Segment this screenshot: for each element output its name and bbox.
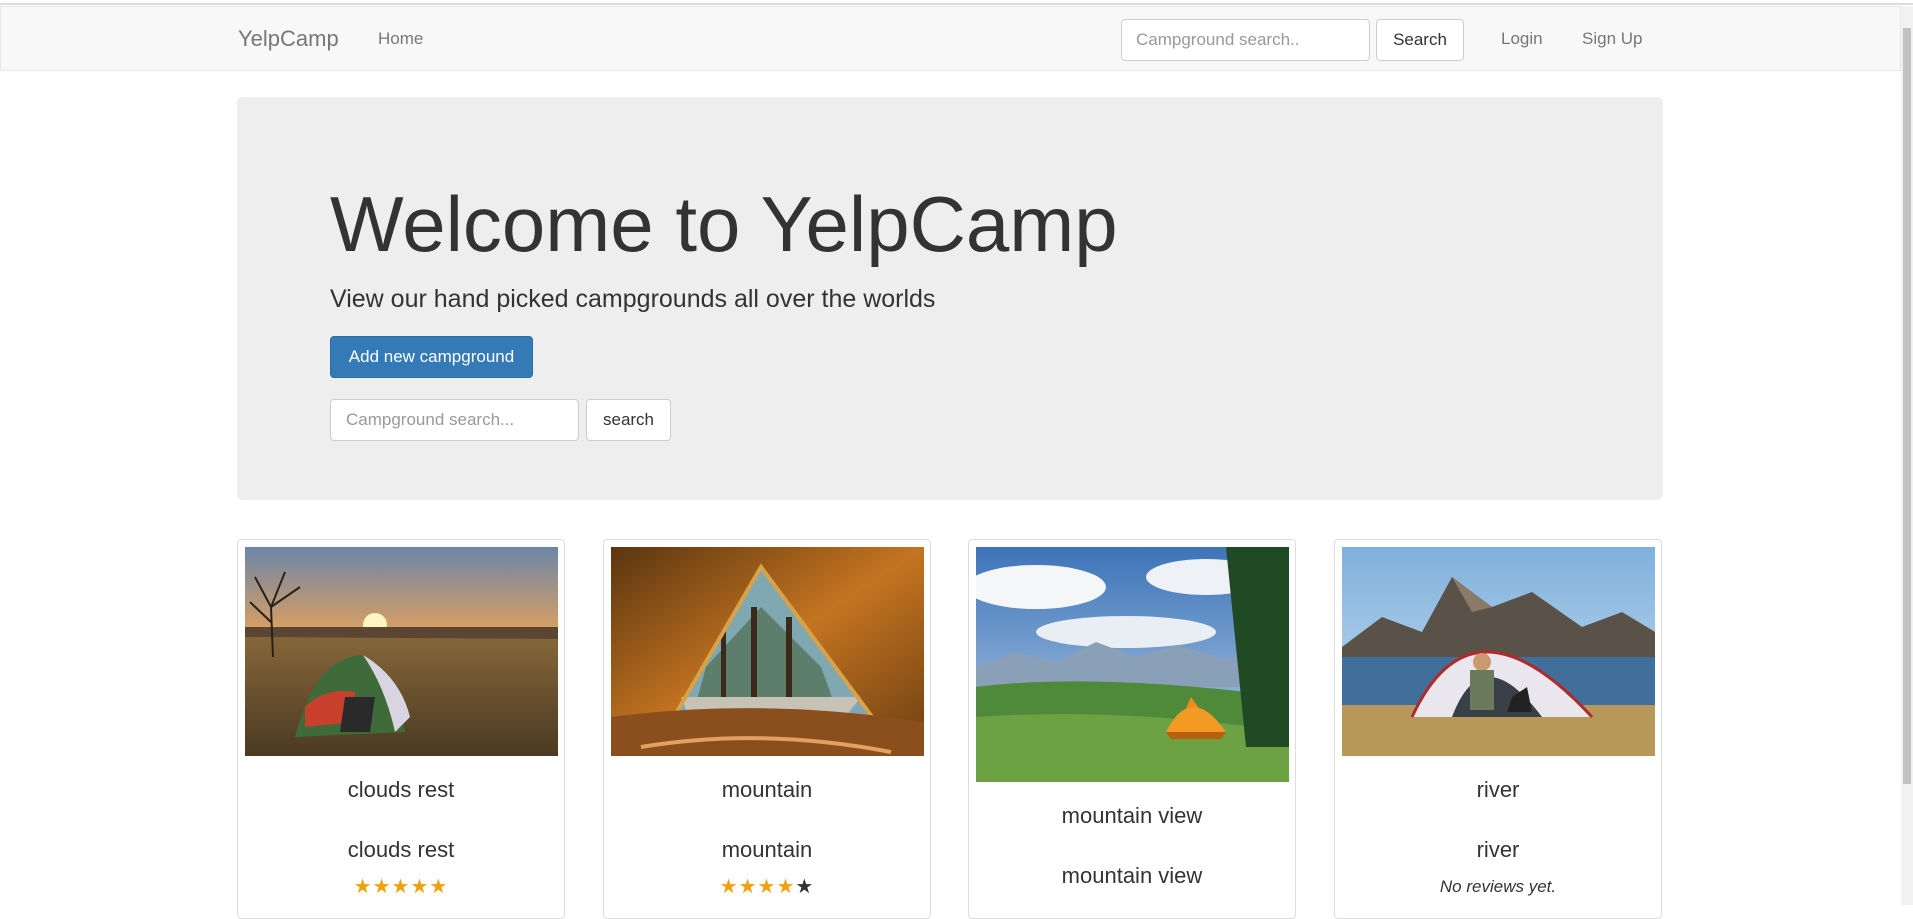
campground-caption: mountain view bbox=[1061, 863, 1203, 888]
no-reviews-text: No reviews yet. bbox=[1439, 877, 1557, 896]
navbar-search-input[interactable] bbox=[1121, 19, 1370, 61]
page-title: Welcome to YelpCamp bbox=[330, 180, 1118, 268]
star-filled-icon: ★ bbox=[738, 876, 758, 898]
star-filled-icon: ★ bbox=[372, 876, 392, 898]
page-scrollbar-thumb[interactable] bbox=[1903, 28, 1911, 784]
jumbotron: Welcome to YelpCamp View our hand picked… bbox=[237, 97, 1663, 500]
star-filled-icon: ★ bbox=[353, 876, 373, 898]
campground-search-input[interactable] bbox=[330, 399, 579, 441]
campground-image-mountain-meadow[interactable] bbox=[976, 547, 1289, 782]
brand-link[interactable]: YelpCamp bbox=[238, 26, 339, 52]
star-filled-icon: ★ bbox=[719, 876, 739, 898]
page-subtitle: View our hand picked campgrounds all ove… bbox=[330, 285, 936, 313]
star-filled-icon: ★ bbox=[776, 876, 796, 898]
add-campground-button[interactable]: Add new campground bbox=[330, 336, 533, 378]
login-link[interactable]: Login bbox=[1501, 29, 1543, 49]
campground-image-sunset-tent[interactable] bbox=[245, 547, 558, 756]
window-top-border bbox=[0, 0, 1913, 5]
star-rating: ★★★★★ bbox=[238, 874, 564, 899]
campground-image-lakeside-tent[interactable] bbox=[1342, 547, 1655, 756]
campground-card[interactable]: river river No reviews yet. bbox=[1334, 539, 1662, 919]
campground-card[interactable]: mountain view mountain view bbox=[968, 539, 1296, 919]
campground-name[interactable]: mountain bbox=[604, 777, 930, 803]
campground-name[interactable]: river bbox=[1335, 777, 1661, 803]
campground-name[interactable]: mountain view bbox=[969, 803, 1295, 829]
campground-card[interactable]: clouds rest clouds rest ★★★★★ bbox=[237, 539, 565, 919]
campground-name[interactable]: clouds rest bbox=[238, 777, 564, 803]
nav-home-link[interactable]: Home bbox=[378, 29, 423, 49]
navbar: YelpCamp Home Search Login Sign Up bbox=[0, 6, 1901, 71]
campground-caption: clouds rest bbox=[347, 837, 455, 862]
star-filled-icon: ★ bbox=[757, 876, 777, 898]
navbar-search-button[interactable]: Search bbox=[1376, 19, 1464, 61]
star-empty-icon: ★ bbox=[795, 876, 815, 898]
signup-link[interactable]: Sign Up bbox=[1582, 29, 1642, 49]
star-filled-icon: ★ bbox=[429, 876, 449, 898]
star-rating: ★★★★★ bbox=[604, 874, 930, 899]
campground-search-button[interactable]: search bbox=[586, 399, 671, 441]
campground-card[interactable]: mountain mountain ★★★★★ bbox=[603, 539, 931, 919]
campground-image-tent-interior[interactable] bbox=[611, 547, 924, 756]
star-filled-icon: ★ bbox=[410, 876, 430, 898]
campground-caption: river bbox=[1476, 837, 1520, 862]
campground-caption: mountain bbox=[721, 837, 813, 862]
star-filled-icon: ★ bbox=[391, 876, 411, 898]
